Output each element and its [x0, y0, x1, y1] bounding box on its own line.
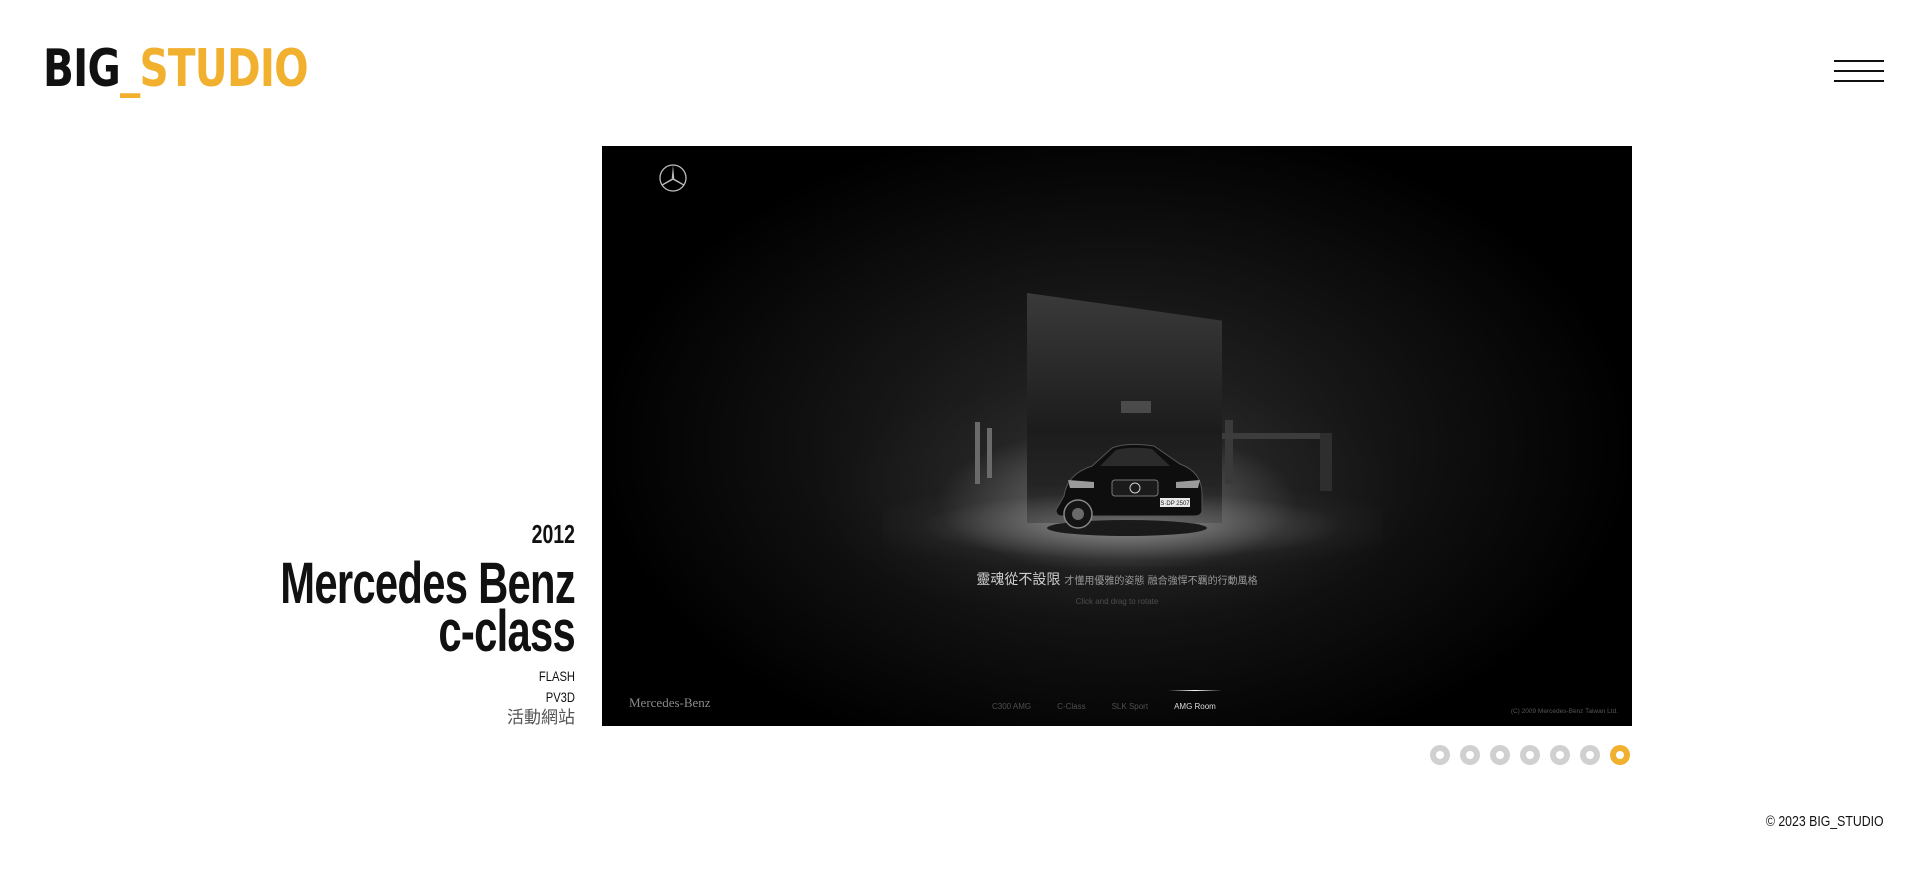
svg-text:S·DP 2507: S·DP 2507 — [1160, 501, 1190, 507]
preview-brand-text: Mercedes-Benz — [629, 695, 711, 710]
car-icon: S·DP 2507 — [1047, 443, 1207, 536]
preview-nav-item: C300 AMG — [992, 701, 1032, 711]
pagination-dot-1[interactable] — [1430, 745, 1450, 765]
pagination-dot-7-active[interactable] — [1610, 745, 1630, 765]
project-info: 2012 Mercedes Benz c-class FLASH PV3D 活動… — [155, 518, 575, 729]
pagination-dot-2[interactable] — [1460, 745, 1480, 765]
slide-pagination — [1430, 745, 1630, 765]
preview-nav-item-active: AMG Room — [1168, 689, 1222, 711]
project-year: 2012 — [531, 519, 575, 549]
mercedes-star-icon — [659, 164, 687, 192]
hamburger-line — [1834, 80, 1884, 82]
pagination-dot-6[interactable] — [1580, 745, 1600, 765]
pagination-dot-3[interactable] — [1490, 745, 1510, 765]
project-tag: PV3D — [545, 689, 575, 705]
preview-hint: Click and drag to rotate — [1075, 597, 1159, 606]
project-preview-image[interactable]: S·DP 2507 靈魂從不設限 才懂用優雅的姿態 融合強悍不羈的行動風格 Cli… — [602, 146, 1632, 726]
preview-tagline: 靈魂從不設限 才懂用優雅的姿態 融合強悍不羈的行動風格 — [602, 569, 1632, 589]
pagination-dot-5[interactable] — [1550, 745, 1570, 765]
preview-nav-item: SLK Sport — [1111, 701, 1149, 711]
preview-nav-item: C-Class — [1057, 701, 1086, 711]
project-tag: FLASH — [538, 668, 575, 684]
logo-text-big: BIG — [43, 39, 121, 99]
hamburger-line — [1834, 70, 1884, 72]
scene-lamp — [1121, 401, 1151, 413]
project-title: Mercedes Benz c-class — [273, 555, 575, 661]
pagination-dot-4[interactable] — [1520, 745, 1540, 765]
scene-pillar — [987, 428, 992, 478]
preview-copyright: (C) 2009 Mercedes-Benz Taiwan Ltd. — [1510, 708, 1618, 715]
preview-car-nav: C300 AMG C-Class SLK Sport AMG Room — [992, 686, 1222, 726]
footer-copyright: © 2023 BIG_STUDIO — [1766, 813, 1884, 830]
project-tag: 活動網站 — [507, 708, 575, 728]
scene-pillar — [1225, 420, 1233, 484]
hamburger-line — [1834, 60, 1884, 62]
preview-tagline-sub: 才懂用優雅的姿態 融合強悍不羈的行動風格 — [1064, 576, 1258, 587]
scene-pillar — [975, 422, 980, 484]
preview-tagline-main: 靈魂從不設限 — [976, 572, 1061, 588]
site-logo[interactable]: BIG _STUDIO — [43, 38, 309, 100]
scene-gate — [1222, 433, 1332, 491]
hamburger-icon[interactable] — [1834, 58, 1884, 84]
project-tags: FLASH PV3D 活動網站 — [155, 666, 575, 729]
logo-text-studio: _STUDIO — [119, 39, 309, 99]
